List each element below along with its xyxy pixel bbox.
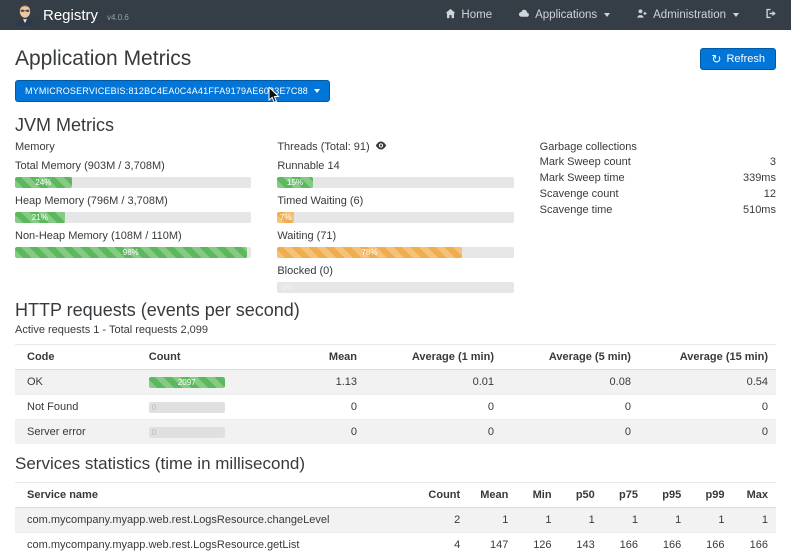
home-icon [445,8,456,22]
table-row: Not Found 0 0 0 0 0 [15,395,776,420]
jvm-metrics-heading: JVM Metrics [15,115,776,136]
jhipster-avatar-icon [14,2,36,29]
progress-fill: 7% [277,212,294,223]
progress-track: 0% [277,282,513,293]
count-progress-fill: 2097 [149,377,225,388]
metric-timed-waiting: Timed Waiting (6) 7% [277,195,513,223]
gc-row-scavenge-count: Scavenge count 12 [540,186,776,202]
services-statistics-table: Service name Count Mean Min p50 p75 p95 … [15,482,776,557]
chevron-down-icon [314,89,320,93]
chevron-down-icon [733,13,739,17]
nav-item-home[interactable]: Home [445,8,492,22]
cloud-icon [518,8,530,22]
services-statistics-heading: Services statistics (time in millisecond… [15,454,776,474]
memory-heading: Memory [15,141,251,153]
progress-track: 15% [277,177,513,188]
metric-total-memory: Total Memory (903M / 3,708M) 24% [15,160,251,188]
sign-out-button[interactable] [765,8,777,22]
instance-selector-dropdown[interactable]: MYMICROSERVICEBIS:812BC4EA0C4A41FFA9179A… [15,80,330,102]
http-requests-table: Code Count Mean Average (1 min) Average … [15,344,776,444]
progress-fill: 24% [15,177,72,188]
progress-fill: 78% [277,247,461,258]
table-row: OK 2097 1.13 0.01 0.08 0.54 [15,370,776,395]
gc-heading: Garbage collections [540,141,776,153]
refresh-icon: ↻ [711,54,721,64]
table-header-row: Code Count Mean Average (1 min) Average … [15,345,776,370]
page-title: Application Metrics [15,47,191,71]
eye-icon[interactable] [375,141,387,153]
metric-blocked: Blocked (0) 0% [277,265,513,293]
table-header-row: Service name Count Mean Min p50 p75 p95 … [15,483,776,508]
progress-fill: 21% [15,212,65,223]
table-row: Server error 0 0 0 0 0 [15,420,776,445]
gc-row-marksweep-count: Mark Sweep count 3 [540,154,776,170]
metric-waiting: Waiting (71) 78% [277,230,513,258]
nav-item-applications[interactable]: Applications [518,8,610,22]
progress-fill: 98% [15,247,247,258]
navbar: Registry v4.0.6 Home Applications [0,0,791,30]
progress-track: 98% [15,247,251,258]
table-row: com.mycompany.myapp.web.rest.LogsResourc… [15,533,776,557]
brand-name: Registry [43,7,98,24]
metric-runnable: Runnable 14 15% [277,160,513,188]
http-requests-heading: HTTP requests (events per second) [15,300,776,321]
table-row: com.mycompany.myapp.web.rest.LogsResourc… [15,508,776,533]
user-plus-icon [636,8,648,22]
navbar-menu: Home Applications Administration [445,8,777,22]
count-progress-track: 0 [149,427,225,438]
threads-column: Threads (Total: 91) Runnable 14 15% Time… [277,141,513,293]
refresh-button[interactable]: ↻ Refresh [700,48,776,70]
progress-track: 78% [277,247,513,258]
progress-track: 7% [277,212,513,223]
gc-row-scavenge-time: Scavenge time 510ms [540,202,776,218]
sign-out-icon [765,8,777,22]
count-progress-track: 0 [149,402,225,413]
progress-track: 21% [15,212,251,223]
progress-track: 24% [15,177,251,188]
brand-link[interactable]: Registry v4.0.6 [14,2,129,29]
chevron-down-icon [604,13,610,17]
gc-column: Garbage collections Mark Sweep count 3 M… [540,141,776,293]
count-progress-track: 2097 [149,377,225,388]
metric-heap-memory: Heap Memory (796M / 3,708M) 21% [15,195,251,223]
http-requests-subtitle: Active requests 1 - Total requests 2,099 [15,324,776,336]
brand-version: v4.0.6 [107,13,129,22]
nav-item-administration[interactable]: Administration [636,8,739,22]
threads-heading: Threads (Total: 91) [277,141,369,153]
gc-row-marksweep-time: Mark Sweep time 339ms [540,170,776,186]
progress-fill: 15% [277,177,312,188]
memory-column: Memory Total Memory (903M / 3,708M) 24% … [15,141,251,293]
metric-nonheap-memory: Non-Heap Memory (108M / 110M) 98% [15,230,251,258]
